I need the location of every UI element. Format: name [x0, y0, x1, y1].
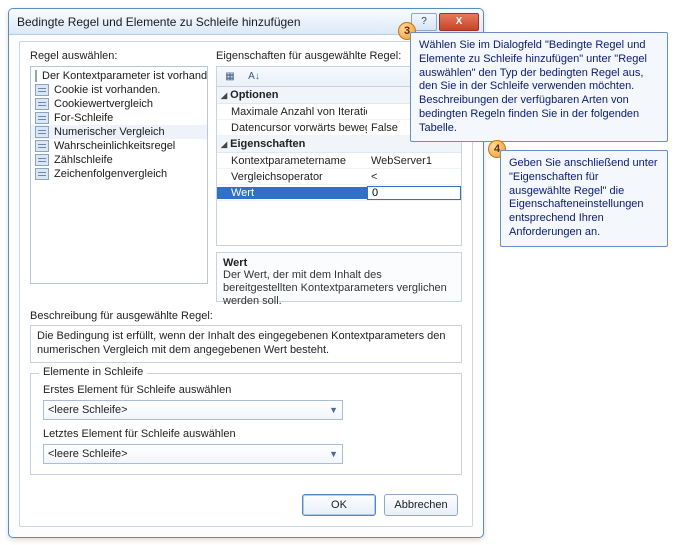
- prop-row-selected[interactable]: Wert 0: [217, 185, 461, 201]
- button-label: OK: [331, 499, 347, 511]
- list-item[interactable]: Zeichenfolgenvergleich: [31, 167, 207, 181]
- dialog-title: Bedingte Regel und Elemente zu Schleife …: [17, 15, 409, 29]
- rule-icon: [35, 84, 49, 96]
- rule-icon: [35, 126, 49, 138]
- loop-elements-fieldset: Elemente in Schleife Erstes Element für …: [30, 373, 462, 475]
- list-item-label: Zählschleife: [54, 154, 113, 166]
- button-label: Abbrechen: [394, 499, 447, 511]
- collapse-icon: ◢: [221, 91, 227, 100]
- callout-step-3: Wählen Sie im Dialogfeld "Bedingte Regel…: [410, 32, 668, 142]
- button-row: OK Abbrechen: [302, 494, 458, 516]
- help-icon: ?: [421, 16, 427, 27]
- list-item[interactable]: Cookiewertvergleich: [31, 97, 207, 111]
- last-element-label: Letztes Element für Schleife auswählen: [43, 428, 449, 440]
- callout-text: Geben Sie anschließend unter "Eigenschaf…: [509, 157, 658, 238]
- callout-step-4: Geben Sie anschließend unter "Eigenschaf…: [500, 150, 668, 247]
- prop-row[interactable]: Vergleichsoperator <: [217, 169, 461, 185]
- close-icon: X: [456, 16, 463, 27]
- rule-icon: [35, 168, 49, 180]
- list-item-label: Wahrscheinlichkeitsregel: [54, 140, 175, 152]
- chevron-down-icon: ▼: [329, 405, 338, 415]
- rule-select-label: Regel auswählen:: [30, 50, 208, 62]
- rule-icon: [35, 70, 37, 82]
- list-item-label: Cookie ist vorhanden.: [54, 84, 160, 96]
- list-item[interactable]: Der Kontextparameter ist vorhanden.: [31, 69, 207, 83]
- list-item-label: Der Kontextparameter ist vorhanden.: [42, 70, 208, 82]
- prop-value[interactable]: <: [367, 171, 461, 183]
- prop-value-editing[interactable]: 0: [367, 186, 461, 200]
- last-element-combo[interactable]: <leere Schleife> ▼: [43, 444, 343, 464]
- list-item[interactable]: Cookie ist vorhanden.: [31, 83, 207, 97]
- list-item-label: For-Schleife: [54, 112, 113, 124]
- list-item-label: Numerischer Vergleich: [54, 126, 165, 138]
- prop-name: Datencursor vorwärts bewegen: [217, 122, 367, 134]
- callout-text: Wählen Sie im Dialogfeld "Bedingte Regel…: [419, 39, 647, 134]
- desc-text: Der Wert, der mit dem Inhalt des bereitg…: [223, 269, 455, 309]
- desc-heading: Wert: [223, 257, 455, 269]
- prop-row[interactable]: Kontextparametername WebServer1: [217, 153, 461, 169]
- rule-list[interactable]: Der Kontextparameter ist vorhanden. Cook…: [30, 66, 208, 284]
- collapse-icon: ◢: [221, 140, 227, 149]
- list-item-label: Zeichenfolgenvergleich: [54, 168, 167, 180]
- first-element-label: Erstes Element für Schleife auswählen: [43, 384, 449, 396]
- grid-icon: ▦: [225, 71, 234, 82]
- prop-value[interactable]: WebServer1: [367, 155, 461, 167]
- prop-name: Kontextparametername: [217, 155, 367, 167]
- prop-name: Vergleichsoperator: [217, 171, 367, 183]
- prop-name: Wert: [217, 187, 367, 199]
- prop-name: Maximale Anzahl von Iterationen: [217, 106, 367, 118]
- section-label: Eigenschaften: [230, 138, 305, 150]
- rule-description-box: Die Bedingung ist erfüllt, wenn der Inha…: [30, 325, 462, 363]
- rule-description-label: Beschreibung für ausgewählte Regel:: [30, 310, 462, 322]
- rule-icon: [35, 98, 49, 110]
- ok-button[interactable]: OK: [302, 494, 376, 516]
- dialog-content: Regel auswählen: Der Kontextparameter is…: [19, 41, 473, 527]
- list-item[interactable]: Zählschleife: [31, 153, 207, 167]
- categorize-button[interactable]: ▦: [221, 69, 239, 85]
- close-button[interactable]: X: [439, 13, 479, 31]
- cancel-button[interactable]: Abbrechen: [384, 494, 458, 516]
- rule-icon: [35, 112, 49, 124]
- sort-button[interactable]: A↓: [245, 69, 263, 85]
- section-label: Optionen: [230, 89, 278, 101]
- fieldset-legend: Elemente in Schleife: [39, 366, 147, 378]
- sort-az-icon: A↓: [248, 71, 260, 82]
- chevron-down-icon: ▼: [329, 449, 338, 459]
- combo-value: <leere Schleife>: [48, 404, 128, 416]
- list-item[interactable]: Wahrscheinlichkeitsregel: [31, 139, 207, 153]
- list-item-selected[interactable]: Numerischer Vergleich: [31, 125, 207, 139]
- combo-value: <leere Schleife>: [48, 448, 128, 460]
- property-description: Wert Der Wert, der mit dem Inhalt des be…: [216, 252, 462, 302]
- first-element-combo[interactable]: <leere Schleife> ▼: [43, 400, 343, 420]
- list-item-label: Cookiewertvergleich: [54, 98, 153, 110]
- rule-icon: [35, 154, 49, 166]
- rule-icon: [35, 140, 49, 152]
- list-item[interactable]: For-Schleife: [31, 111, 207, 125]
